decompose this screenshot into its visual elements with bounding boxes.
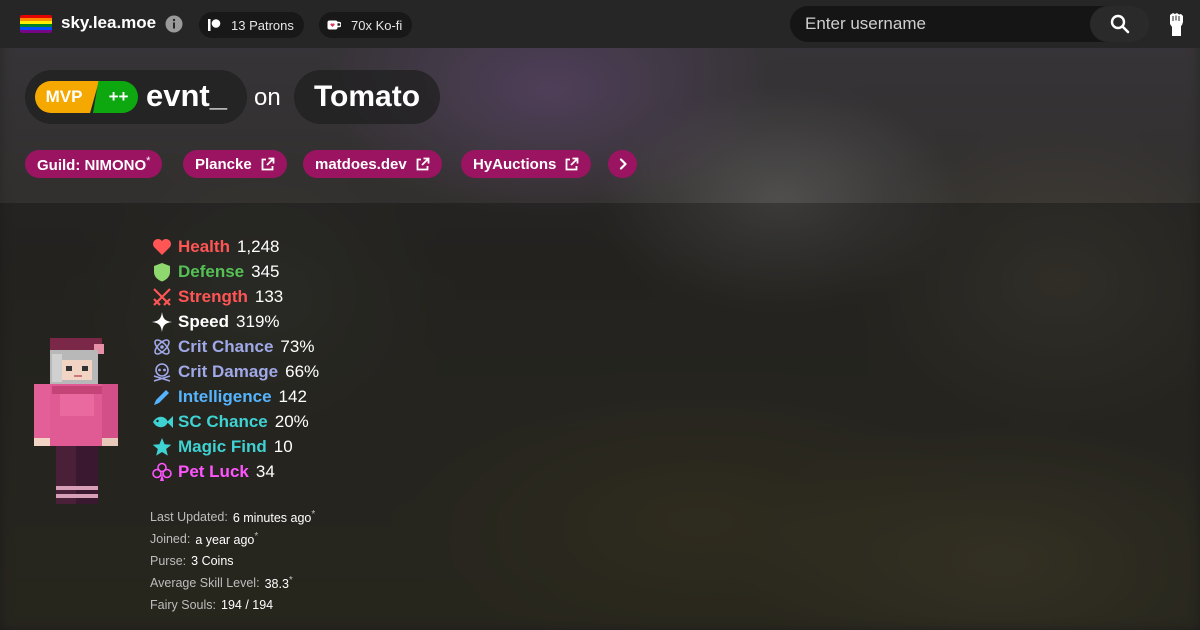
stat-name: Pet Luck — [178, 461, 249, 481]
chevron-right-icon — [619, 158, 627, 170]
profile-meta: Last Updated: 6 minutes ago* Joined: a y… — [150, 506, 315, 616]
username-search-input[interactable] — [790, 6, 1090, 42]
stat-name: Health — [178, 236, 230, 256]
shield-icon — [151, 261, 173, 283]
on-label: on — [254, 84, 281, 111]
skull-icon — [151, 361, 173, 383]
kofi-label: 70x Ko-fi — [351, 17, 403, 33]
stat-crit-damage: Crit Damage 66% — [151, 359, 319, 384]
info-icon[interactable] — [165, 15, 183, 33]
external-link-icon — [261, 157, 275, 170]
meta-value: 3 Coins — [191, 554, 234, 568]
meta-last-updated: Last Updated: 6 minutes ago* — [150, 506, 315, 528]
stat-value: 142 — [278, 386, 307, 406]
meta-value: 6 minutes ago* — [232, 508, 316, 526]
guild-chip[interactable]: Guild: NIMONO* — [25, 150, 163, 178]
meta-label: Fairy Souls: — [150, 598, 216, 612]
stat-name: Intelligence — [178, 386, 272, 406]
stat-sc-chance: SC Chance 20% — [151, 409, 319, 434]
meta-label: Joined: — [150, 532, 191, 546]
pencil-icon — [151, 386, 173, 408]
stat-value: 133 — [254, 286, 284, 306]
matdoes-link[interactable]: matdoes.dev — [303, 150, 442, 178]
stat-value: 73% — [280, 336, 315, 356]
heart-icon — [151, 236, 173, 258]
stat-name: Speed — [178, 311, 230, 331]
raised-fist-icon[interactable] — [1164, 11, 1188, 37]
meta-purse: Purse: 3 Coins — [150, 550, 315, 572]
site-name-link[interactable]: sky.lea.moe — [61, 13, 156, 33]
stat-value: 319% — [236, 311, 280, 331]
kofi-cup-icon — [327, 20, 341, 30]
stat-intelligence: Intelligence 142 — [151, 384, 319, 409]
rank-plus: ++ — [93, 81, 138, 113]
hyauctions-link[interactable]: HyAuctions — [461, 150, 592, 178]
stat-crit-chance: Crit Chance 73% — [151, 334, 319, 359]
meta-label: Purse: — [150, 554, 187, 568]
star-icon — [151, 436, 173, 458]
patrons-label: 13 Patrons — [231, 17, 294, 33]
rank-badge: MVP ++ — [35, 81, 138, 113]
stat-value: 10 — [273, 436, 293, 456]
guild-label: Guild: NIMONO* — [37, 154, 151, 174]
atom-icon — [151, 336, 173, 358]
patrons-button[interactable]: 13 Patrons — [199, 12, 304, 38]
stat-value: 34 — [255, 461, 275, 481]
top-navbar: sky.lea.moe 13 Patrons 70x Ko-fi — [0, 0, 1200, 48]
stat-strength: Strength 133 — [151, 284, 319, 309]
stat-value: 66% — [285, 361, 320, 381]
kofi-button[interactable]: 70x Ko-fi — [319, 12, 413, 38]
external-link-icon — [416, 157, 430, 170]
profile-selector[interactable]: Tomato — [294, 70, 440, 124]
meta-value: 38.3* — [264, 574, 293, 592]
stat-name: SC Chance — [178, 411, 268, 431]
stat-name: Crit Damage — [178, 361, 279, 381]
stat-health: Health 1,248 — [151, 234, 319, 259]
meta-joined: Joined: a year ago* — [150, 528, 315, 550]
meta-value: 194 / 194 — [221, 598, 274, 612]
search-button[interactable] — [1090, 6, 1150, 42]
crossed-swords-icon — [151, 286, 173, 308]
external-link-icon — [565, 157, 579, 170]
stat-speed: Speed 319% — [151, 309, 319, 334]
sparkle-icon — [151, 311, 173, 333]
stat-defense: Defense 345 — [151, 259, 319, 284]
stat-magic-find: Magic Find 10 — [151, 434, 319, 459]
player-skin-model[interactable] — [30, 336, 120, 508]
stat-pet-luck: Pet Luck 34 — [151, 459, 319, 484]
search-bar — [790, 6, 1150, 42]
stat-name: Magic Find — [178, 436, 267, 456]
meta-avg-skill: Average Skill Level: 38.3* — [150, 572, 315, 594]
club-icon — [151, 461, 173, 483]
stat-value: 20% — [274, 411, 309, 431]
meta-fairy-souls: Fairy Souls: 194 / 194 — [150, 594, 315, 616]
patreon-icon — [208, 19, 221, 31]
stat-name: Strength — [178, 286, 248, 306]
plancke-label: Plancke — [195, 155, 252, 173]
flag-stripe — [20, 30, 52, 33]
stat-value: 1,248 — [236, 236, 280, 256]
pride-flag-icon — [20, 15, 52, 33]
rank-mvp: MVP — [35, 81, 99, 113]
profile-name: Tomato — [313, 80, 421, 113]
more-links-button[interactable] — [608, 150, 637, 178]
stats-list: Health 1,248 Defense 345 Strength 133 Sp… — [151, 234, 319, 484]
meta-label: Average Skill Level: — [150, 576, 260, 590]
stat-name: Defense — [178, 261, 245, 281]
fish-icon — [151, 411, 173, 433]
hyauctions-label: HyAuctions — [473, 155, 557, 173]
matdoes-label: matdoes.dev — [315, 155, 407, 173]
meta-label: Last Updated: — [150, 510, 228, 524]
username: evnt_ — [146, 78, 227, 113]
stat-name: Crit Chance — [178, 336, 274, 356]
meta-value: a year ago* — [195, 530, 259, 548]
search-icon — [1110, 14, 1130, 34]
stat-value: 345 — [251, 261, 280, 281]
plancke-link[interactable]: Plancke — [183, 150, 287, 178]
